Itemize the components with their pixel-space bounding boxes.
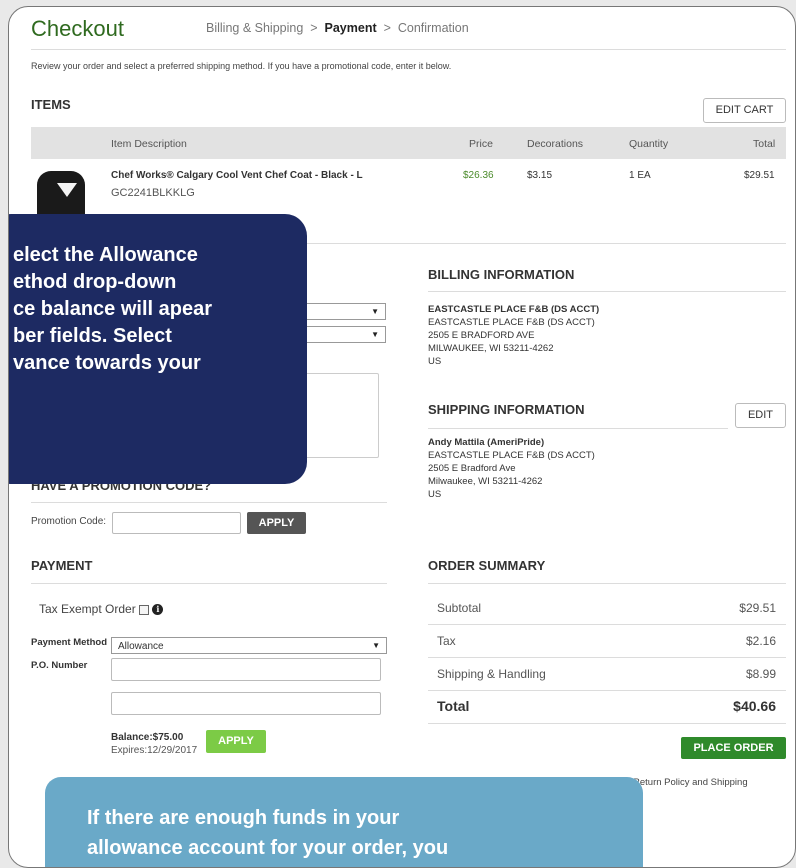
total-value: $40.66 (733, 698, 776, 714)
chevron-down-icon: ▼ (372, 641, 380, 650)
shipping-address: Andy Mattila (AmeriPride) EASTCASTLE PLA… (428, 437, 595, 500)
divider (428, 723, 786, 724)
divider (31, 49, 786, 50)
promo-code-input[interactable] (112, 512, 241, 534)
col-quantity: Quantity (629, 138, 669, 150)
allowance-expires: Expires:12/29/2017 (111, 745, 198, 756)
page-title: Checkout (31, 16, 124, 41)
billing-heading: BILLING INFORMATION (428, 267, 575, 282)
item-price: $26.36 (463, 170, 494, 181)
chevron-down-icon: ▼ (371, 330, 379, 339)
divider (428, 624, 786, 625)
item-sku: GC2241BLKKLG (111, 187, 195, 199)
promo-apply-button[interactable]: APPLY (247, 512, 306, 534)
divider (31, 502, 387, 503)
billing-address: EASTCASTLE PLACE F&B (DS ACCT) EASTCASTL… (428, 304, 600, 367)
total-label: Total (437, 698, 470, 714)
divider (428, 657, 786, 658)
divider (428, 583, 786, 584)
subtotal-label: Subtotal (437, 601, 482, 615)
promo-code-label: Promotion Code: (31, 516, 107, 527)
shipping-handling-value: $8.99 (745, 667, 776, 681)
payment-method-value: Allowance (118, 641, 164, 652)
tax-value: $2.16 (745, 634, 776, 648)
allowance-balance: Balance:$75.00 (111, 732, 184, 743)
items-heading: ITEMS (31, 97, 71, 112)
item-description[interactable]: Chef Works® Calgary Cool Vent Chef Coat … (111, 170, 363, 181)
return-policy-link[interactable]: Return Policy and Shipping (633, 777, 748, 788)
tutorial-callout-funds: If there are enough funds in your allowa… (45, 777, 643, 867)
col-price: Price (469, 138, 493, 150)
breadcrumb-billing-shipping[interactable]: Billing & Shipping (206, 21, 303, 35)
breadcrumb-confirmation: Confirmation (397, 21, 469, 35)
divider (428, 690, 786, 691)
tax-exempt-checkbox[interactable] (139, 604, 150, 615)
divider (428, 428, 728, 429)
item-total: $29.51 (744, 170, 775, 181)
checkout-window: Checkout Billing & Shipping > Payment > … (8, 6, 796, 868)
tax-label: Tax (437, 634, 456, 648)
divider (428, 291, 786, 292)
payment-method-label: Payment Method (31, 637, 108, 648)
item-decorations: $3.15 (527, 170, 553, 181)
col-item-description: Item Description (111, 138, 187, 150)
payment-method-select[interactable]: Allowance ▼ (111, 637, 387, 654)
allowance-apply-button[interactable]: APPLY (206, 730, 266, 753)
po-number-input-2[interactable] (111, 692, 381, 715)
order-summary-heading: ORDER SUMMARY (428, 558, 546, 573)
shipping-handling-label: Shipping & Handling (437, 667, 546, 681)
item-quantity: 1 EA (629, 170, 651, 181)
chevron-down-icon: ▼ (371, 307, 379, 316)
shipping-heading: SHIPPING INFORMATION (428, 402, 585, 417)
intro-text: Review your order and select a preferred… (31, 61, 452, 71)
edit-cart-button[interactable]: EDIT CART (703, 98, 786, 123)
items-table-header: Item Description Price Decorations Quant… (31, 127, 786, 159)
edit-shipping-button[interactable]: EDIT (735, 403, 786, 428)
tax-exempt-row: Tax Exempt Order i (39, 602, 164, 616)
col-total: Total (753, 138, 776, 150)
payment-heading: PAYMENT (31, 558, 93, 573)
breadcrumb: Billing & Shipping > Payment > Confirmat… (206, 21, 469, 35)
place-order-button[interactable]: PLACE ORDER (681, 737, 786, 759)
po-number-input[interactable] (111, 658, 381, 681)
col-decorations: Decorations (527, 138, 584, 150)
tutorial-callout-allowance: elect the Allowance ethod drop-down ce b… (9, 214, 307, 484)
info-icon[interactable]: i (152, 604, 164, 616)
po-number-label: P.O. Number (31, 660, 88, 671)
subtotal-value: $29.51 (739, 601, 776, 615)
tax-exempt-label: Tax Exempt Order (39, 602, 136, 616)
divider (31, 583, 387, 584)
breadcrumb-payment: Payment (324, 21, 377, 35)
